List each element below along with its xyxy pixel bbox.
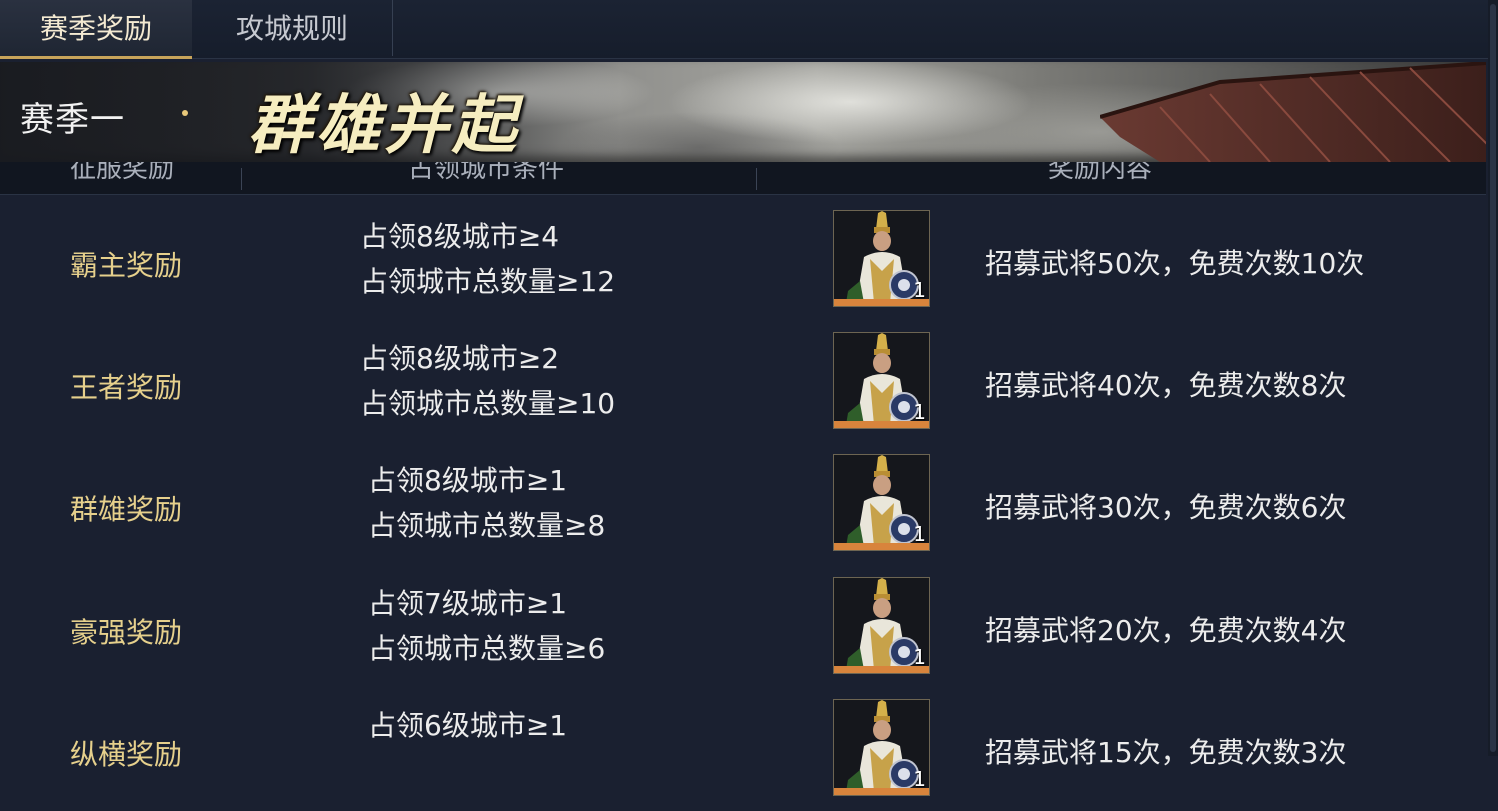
scrollbar-thumb[interactable] bbox=[1490, 4, 1496, 752]
table-row: 群雄奖励 占领8级城市≥1 占领城市总数量≥8 1 招募武将30次，免费次数6次 bbox=[0, 444, 1486, 566]
table-row: 豪强奖励 占领7级城市≥1 占领城市总数量≥6 1 招募武将20次，免费次数4次 bbox=[0, 567, 1486, 689]
reward-description: 招募武将20次，免费次数4次 bbox=[985, 614, 1347, 647]
condition-text: 占领7级城市≥1 占领城市总数量≥6 bbox=[368, 581, 605, 671]
season-banner: 赛季一 群雄并起 bbox=[0, 62, 1486, 162]
reward-tier-name: 王者奖励 bbox=[70, 371, 183, 404]
roof-image bbox=[1100, 62, 1486, 162]
reward-tier-name: 豪强奖励 bbox=[70, 616, 183, 649]
condition-city-total: 占领城市总数量≥6 bbox=[368, 632, 606, 665]
season-title: 群雄并起 bbox=[248, 88, 520, 162]
table-header: 征服奖励 占领城市条件 奖励内容 bbox=[0, 162, 1486, 195]
item-count: 1 bbox=[913, 767, 926, 791]
table-row: 霸主奖励 占领8级城市≥4 占领城市总数量≥12 1 招募武将50次，免费次数1… bbox=[0, 200, 1486, 322]
condition-city-total: 占领城市总数量≥8 bbox=[368, 509, 606, 542]
item-count: 1 bbox=[913, 522, 926, 546]
condition-text: 占领8级城市≥2 占领城市总数量≥10 bbox=[360, 336, 615, 426]
condition-city-level: 占领8级城市≥4 bbox=[360, 220, 560, 253]
table-row: 纵横奖励 占领6级城市≥1 1 招募武将15次，免费次数3次 bbox=[0, 689, 1486, 811]
tab-bar: 赛季奖励 攻城规则 bbox=[0, 0, 1488, 59]
header-conquest: 征服奖励 bbox=[70, 162, 175, 184]
general-reward-icon[interactable]: 1 bbox=[833, 699, 930, 796]
separator-dot bbox=[182, 110, 188, 116]
header-reward: 奖励内容 bbox=[1048, 162, 1153, 184]
item-count: 1 bbox=[913, 400, 926, 424]
reward-tier-name: 纵横奖励 bbox=[70, 738, 183, 771]
reward-tier-name: 霸主奖励 bbox=[70, 249, 183, 282]
condition-city-level: 占领8级城市≥2 bbox=[360, 342, 560, 375]
general-reward-icon[interactable]: 1 bbox=[833, 454, 930, 551]
reward-description: 招募武将40次，免费次数8次 bbox=[985, 369, 1347, 402]
item-count: 1 bbox=[913, 645, 926, 669]
condition-city-total: 占领城市总数量≥12 bbox=[360, 265, 616, 298]
reward-description: 招募武将15次，免费次数3次 bbox=[985, 736, 1347, 769]
reward-tier-name: 群雄奖励 bbox=[70, 493, 183, 526]
condition-city-total: 占领城市总数量≥10 bbox=[360, 387, 616, 420]
general-reward-icon[interactable]: 1 bbox=[833, 332, 930, 429]
item-count: 1 bbox=[913, 278, 926, 302]
condition-text: 占领8级城市≥1 占领城市总数量≥8 bbox=[368, 458, 605, 548]
condition-text: 占领8级城市≥4 占领城市总数量≥12 bbox=[360, 214, 615, 304]
scrollbar[interactable] bbox=[1488, 0, 1498, 756]
tab-siege-rules[interactable]: 攻城规则 bbox=[192, 0, 393, 56]
header-condition: 占领城市条件 bbox=[408, 162, 565, 184]
table-row: 王者奖励 占领8级城市≥2 占领城市总数量≥10 1 招募武将40次，免费次数8… bbox=[0, 322, 1486, 444]
condition-city-level: 占领7级城市≥1 bbox=[368, 587, 568, 620]
reward-description: 招募武将30次，免费次数6次 bbox=[985, 491, 1347, 524]
condition-text: 占领6级城市≥1 bbox=[368, 703, 567, 748]
reward-description: 招募武将50次，免费次数10次 bbox=[985, 247, 1365, 280]
tab-season-rewards[interactable]: 赛季奖励 bbox=[0, 0, 192, 59]
general-reward-icon[interactable]: 1 bbox=[833, 210, 930, 307]
condition-city-level: 占领6级城市≥1 bbox=[368, 709, 568, 742]
general-reward-icon[interactable]: 1 bbox=[833, 577, 930, 674]
season-label: 赛季一 bbox=[20, 100, 125, 140]
condition-city-level: 占领8级城市≥1 bbox=[368, 464, 568, 497]
